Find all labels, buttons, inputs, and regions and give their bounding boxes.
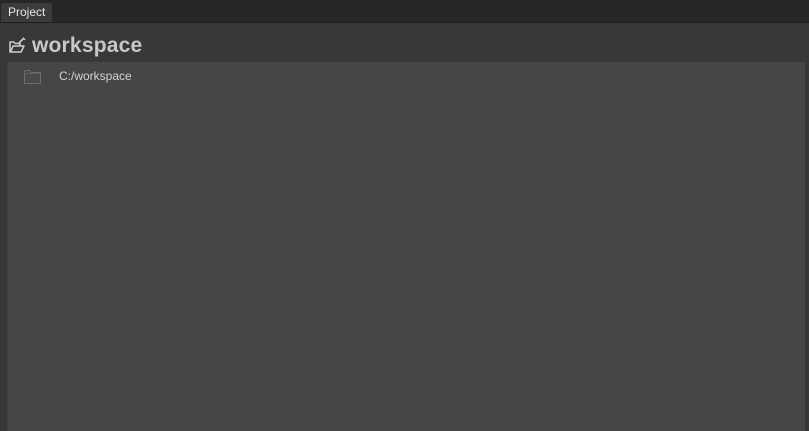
- tab-bar: Project: [0, 0, 809, 23]
- tab-project[interactable]: Project: [1, 3, 53, 22]
- tab-project-label: Project: [8, 5, 46, 19]
- project-panel: workspace C:/workspace: [0, 23, 809, 431]
- open-folder-edit-icon: [8, 37, 26, 55]
- tree-item-workspace[interactable]: C:/workspace: [24, 67, 132, 85]
- page-title: workspace: [32, 34, 143, 57]
- folder-icon: [24, 69, 41, 84]
- project-tree[interactable]: C:/workspace: [7, 62, 805, 431]
- panel-header: workspace: [8, 33, 142, 59]
- tree-item-label: C:/workspace: [59, 69, 132, 83]
